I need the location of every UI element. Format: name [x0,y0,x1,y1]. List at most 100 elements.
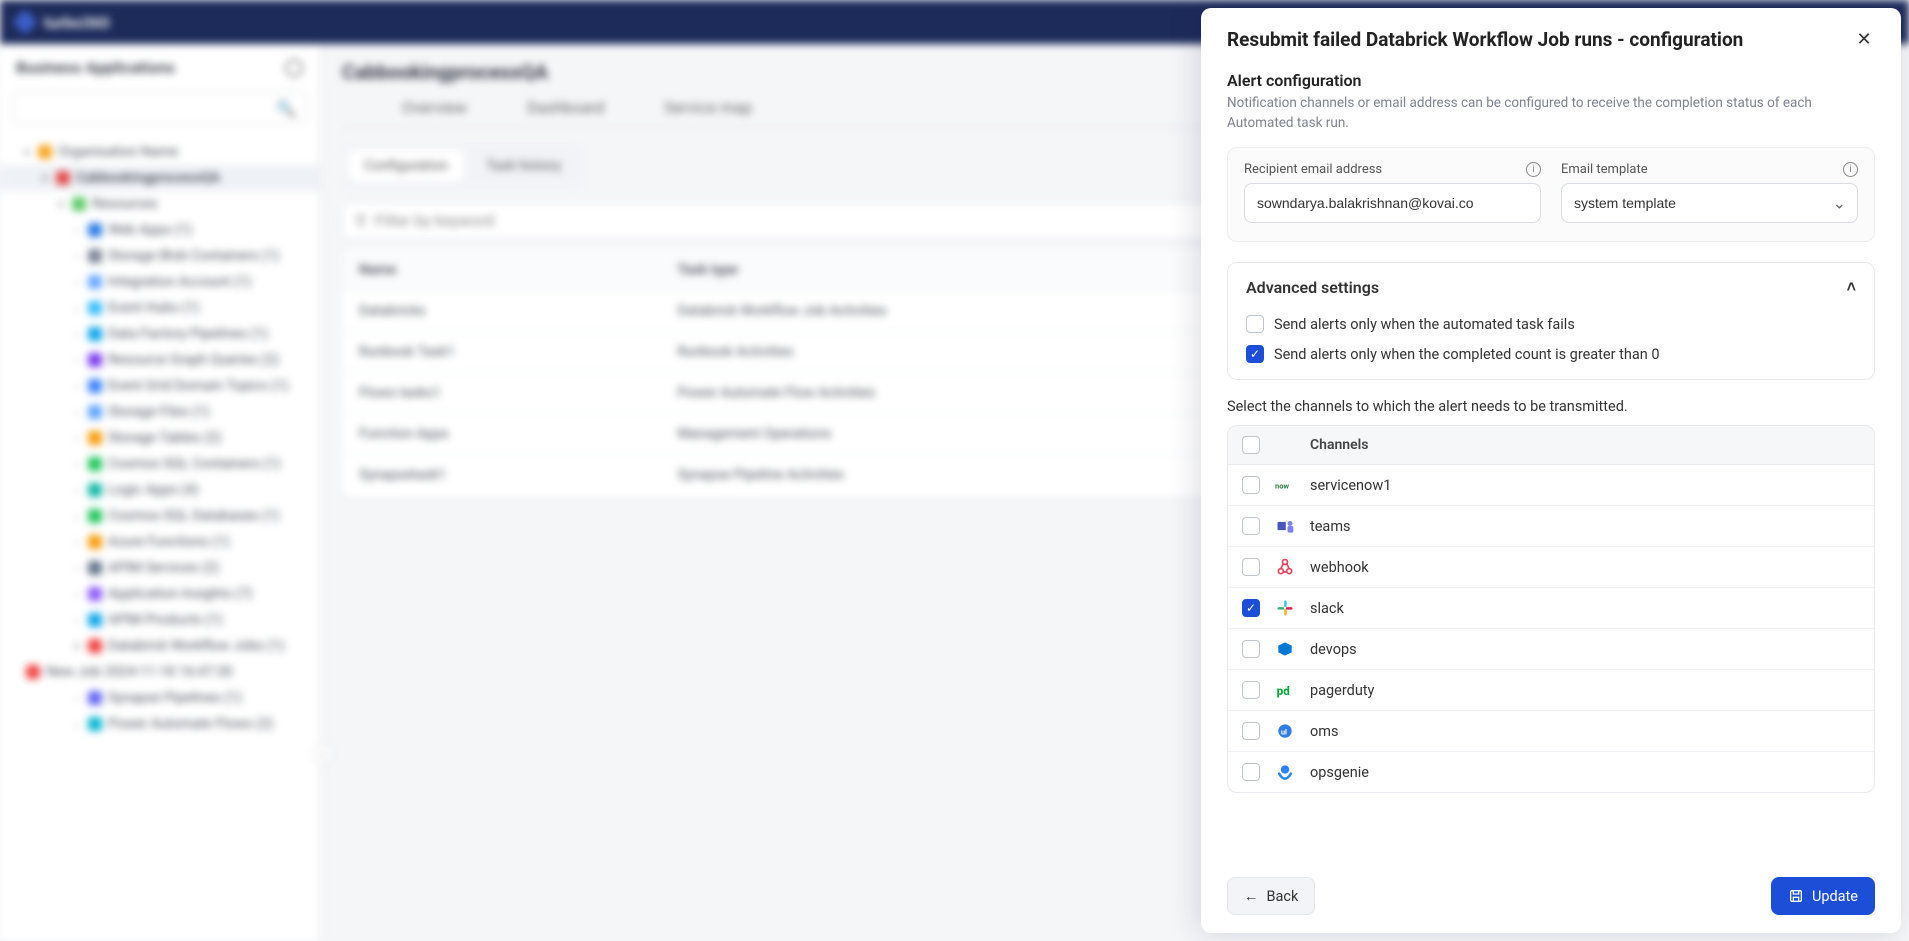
tree-item-label: Event Grid Domain Topics (1) [108,378,289,394]
tree-item: ▾Organisation Name [0,139,319,165]
info-icon[interactable]: i [1526,162,1541,177]
channel-checkbox[interactable] [1242,558,1260,576]
opsgenie-icon [1274,761,1296,783]
tree-item: ›Application Insights (7) [0,581,319,607]
subtabs: Configuration Task history [342,144,583,188]
channel-row-teams[interactable]: teams [1228,506,1874,547]
channel-label: devops [1310,641,1860,658]
email-label: Recipient email address [1244,162,1382,177]
channel-row-servicenow[interactable]: nowservicenow1 [1228,465,1874,506]
chevron-icon: › [72,510,82,523]
tree-item: ›Resource Graph Queries (2) [0,347,319,373]
resource-icon [88,223,102,237]
resource-icon [38,145,52,159]
resource-icon [88,639,102,653]
select-all-checkbox[interactable] [1242,436,1260,454]
chevron-icon: › [72,380,82,393]
chevron-icon: ▾ [22,146,32,159]
resource-icon [26,665,40,679]
tree-item: ›Cosmos SQL Containers (1) [0,451,319,477]
tree-item: ▾CabbookingprocessQA [0,165,319,191]
resource-icon [88,717,102,731]
channel-label: opsgenie [1310,764,1860,781]
channel-row-webhook[interactable]: webhook [1228,547,1874,588]
tree-item-label: New Job 2024-11-18 16:47:30 [46,664,233,680]
cell-type: Management Operations [661,414,1262,455]
oms-icon: ul [1274,720,1296,742]
filter-icon: ⚲ [355,211,367,230]
chevron-icon: › [72,224,82,237]
close-icon[interactable]: ✕ [1853,29,1875,51]
tree-item-label: Data Factory Pipelines (1) [108,326,268,342]
channel-checkbox[interactable] [1242,640,1260,658]
channel-row-pagerduty[interactable]: pdpagerduty [1228,670,1874,711]
resource-icon [88,275,102,289]
tree-item-label: Resource Graph Queries (2) [108,352,279,368]
teams-icon [1274,515,1296,537]
chevron-icon: › [72,458,82,471]
cell-type: Runbook Activities [661,332,1262,373]
channel-checkbox[interactable] [1242,517,1260,535]
app-name: turbo360 [44,13,110,32]
checkbox[interactable] [1246,345,1264,363]
advanced-settings-toggle[interactable]: Advanced settings ˄ [1228,263,1874,311]
adv-opt-completed-count[interactable]: Send alerts only when the completed coun… [1246,345,1856,363]
resource-icon [88,327,102,341]
update-button[interactable]: Update [1771,877,1875,915]
back-button-label: Back [1267,888,1299,905]
resource-icon [56,171,70,185]
col-header: Task type [661,250,1262,291]
channel-checkbox[interactable] [1242,476,1260,494]
sidebar-search: 🔍 [12,91,307,125]
tab: Service map [664,98,752,117]
tree-item-label: Databrick Workflow Jobs (1) [108,638,285,654]
tree-item: ›Integration Account (1) [0,269,319,295]
email-template-select[interactable]: ⌄ [1561,183,1858,223]
update-button-label: Update [1812,888,1858,905]
cell-type: Power Automate Flow Activities [661,373,1262,414]
app-logo-icon [12,9,37,34]
tab: Overview [402,98,467,117]
tree-item-label: Synapse Pipelines (1) [108,690,242,706]
recipient-email-input[interactable] [1244,183,1541,223]
channel-checkbox[interactable] [1242,763,1260,781]
adv-opt-completed-label: Send alerts only when the completed coun… [1274,346,1659,363]
channel-row-slack[interactable]: slack [1228,588,1874,629]
advanced-settings: Advanced settings ˄ Send alerts only whe… [1227,262,1875,380]
adv-opt-fails[interactable]: Send alerts only when the automated task… [1246,315,1856,333]
tree-item: ›Event Hubs (1) [0,295,319,321]
chevron-icon: › [72,536,82,549]
chevron-icon: › [72,302,82,315]
chevron-icon: › [72,692,82,705]
channel-label: webhook [1310,559,1860,576]
chevron-icon: › [72,250,82,263]
channel-checkbox[interactable] [1242,681,1260,699]
channels-table-header: Channels [1228,426,1874,465]
channel-row-oms[interactable]: uloms [1228,711,1874,752]
channel-checkbox[interactable] [1242,599,1260,617]
email-template-value[interactable] [1561,183,1858,223]
tree-item: ›Logic Apps (4) [0,477,319,503]
info-icon[interactable]: i [1843,162,1858,177]
svg-text:now: now [1275,481,1289,490]
sidebar: Business Applications 🔍 ▾Organisation Na… [0,44,320,941]
tree-item-label: Azure Functions (1) [108,534,230,550]
tree-item: New Job 2024-11-18 16:47:30 [0,659,319,685]
back-button[interactable]: ← Back [1227,877,1315,915]
channel-row-devops[interactable]: devops [1228,629,1874,670]
tree-item-label: Integration Account (1) [108,274,251,290]
channel-label: slack [1310,600,1860,617]
gear-icon [285,59,303,77]
channel-row-opsgenie[interactable]: opsgenie [1228,752,1874,792]
subtab-task-history: Task history [470,150,577,182]
checkbox[interactable] [1246,315,1264,333]
save-icon [1788,888,1804,904]
channel-checkbox[interactable] [1242,722,1260,740]
tree-item: ›Storage Blob Containers (1) [0,243,319,269]
section-title: Alert configuration [1227,71,1875,90]
tree-item: ▾Resources [0,191,319,217]
svg-text:ul: ul [1281,727,1287,736]
tree-item: › Azure Functions (1) [0,529,319,555]
tree-item: ›APIM Products (1) [0,607,319,633]
resource-icon [88,301,102,315]
